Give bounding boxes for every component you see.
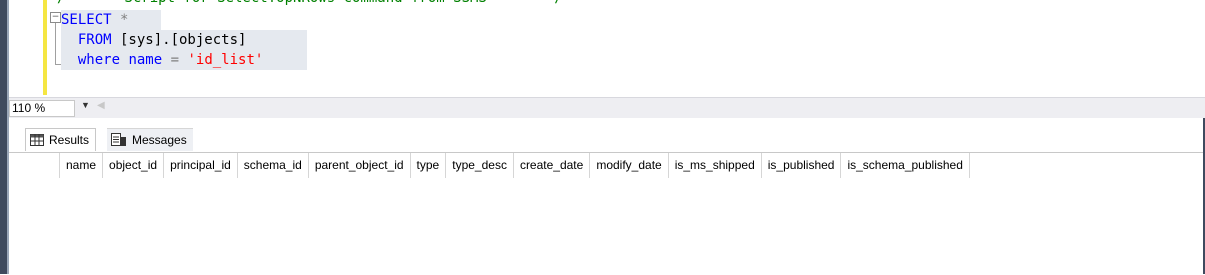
comment-line: /****** Script for SelectTopNRows comman… (57, 0, 563, 8)
messages-icon (111, 133, 126, 146)
select-star: * (111, 12, 129, 28)
row-number-header (9, 153, 60, 178)
column-header[interactable]: is_ms_shipped (669, 153, 762, 178)
sql-keyword-select: SELECT (61, 12, 112, 28)
column-header[interactable]: is_schema_published (841, 153, 970, 178)
tab-messages-label: Messages (132, 133, 187, 147)
grid-icon (30, 134, 44, 146)
column-header[interactable]: is_published (762, 153, 842, 178)
results-grid[interactable]: name object_id principal_id schema_id pa… (9, 152, 1205, 275)
column-header[interactable]: name (60, 153, 104, 178)
column-header[interactable]: modify_date (590, 153, 669, 178)
tab-results[interactable]: Results (25, 128, 97, 151)
collapse-icon[interactable]: − (50, 12, 61, 23)
zoom-value: 110 % (12, 101, 46, 115)
column-header[interactable]: principal_id (164, 153, 238, 178)
tab-results-label: Results (49, 133, 90, 147)
code-line-3: where name = 'id_list' (61, 50, 263, 70)
grid-header-row: name object_id principal_id schema_id pa… (9, 153, 970, 178)
table-reference: [sys].[objects] (111, 32, 247, 48)
column-header[interactable]: create_date (514, 153, 591, 178)
scroll-left-arrow-icon[interactable]: ◀ (97, 100, 105, 111)
zoom-select[interactable]: 110 % (9, 100, 75, 117)
chevron-down-icon[interactable]: ▼ (81, 100, 90, 110)
tab-messages[interactable]: Messages (107, 128, 193, 151)
sql-keyword-from: FROM (77, 32, 112, 48)
change-tracking-bar (43, 0, 47, 95)
code-line-1: SELECT * (61, 10, 128, 30)
sql-keyword-where: where (77, 52, 121, 68)
window-left-border (0, 0, 7, 274)
column-header[interactable]: type_desc (446, 153, 514, 178)
zoom-bar: 110 % ▼ ◀ (9, 97, 1205, 118)
column-header[interactable]: object_id (103, 153, 165, 178)
outline-line (55, 23, 56, 65)
operator: = (170, 52, 180, 68)
query-editor[interactable]: /****** Script for SelectTopNRows comman… (9, 0, 1205, 97)
string-literal: 'id_list' (179, 52, 264, 68)
results-tab-bar: Results Messages (9, 118, 1205, 152)
column-header[interactable]: parent_object_id (309, 153, 411, 178)
column-header[interactable]: type (411, 153, 447, 178)
column-header[interactable]: schema_id (238, 153, 309, 178)
column-name: name (120, 52, 171, 68)
code-line-2: FROM [sys].[objects] (61, 30, 247, 50)
